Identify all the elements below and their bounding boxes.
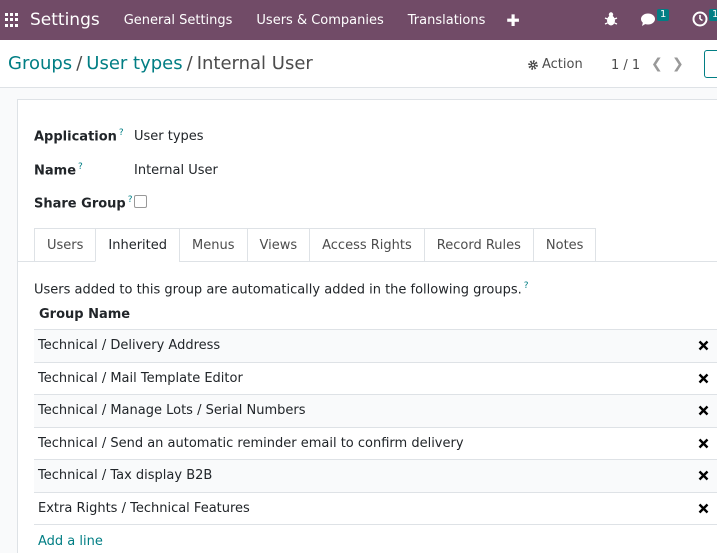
- chat-badge: 1: [657, 9, 670, 21]
- clock-icon[interactable]: [692, 11, 708, 27]
- action-button[interactable]: Action: [527, 57, 583, 72]
- edge-button[interactable]: [704, 50, 717, 78]
- menu-general-settings[interactable]: General Settings: [124, 13, 233, 28]
- delete-row-icon[interactable]: [698, 438, 709, 449]
- bug-icon[interactable]: [604, 11, 618, 27]
- tab-access-rights[interactable]: Access Rights: [309, 228, 424, 262]
- help-tooltip-icon[interactable]: ?: [119, 128, 124, 138]
- breadcrumb: Groups / User types / Internal User: [8, 53, 313, 74]
- tab-inherited[interactable]: Inherited: [95, 228, 180, 262]
- name-label: Name?: [34, 162, 83, 179]
- notebook-tabs: Users Inherited Menus Views Access Right…: [34, 228, 597, 262]
- inherited-intro: Users added to this group are automatica…: [34, 281, 529, 298]
- table-row[interactable]: Technical / Send an automatic reminder e…: [34, 428, 717, 460]
- breadcrumb-separator: /: [186, 53, 193, 74]
- table-row[interactable]: Technical / Delivery Address: [34, 330, 717, 363]
- group-name-cell: Extra Rights / Technical Features: [38, 500, 250, 516]
- group-name-cell: Technical / Manage Lots / Serial Numbers: [38, 403, 306, 419]
- table-row[interactable]: Technical / Manage Lots / Serial Numbers: [34, 395, 717, 428]
- control-panel: Groups / User types / Internal User Action 1…: [0, 40, 717, 88]
- tab-notes[interactable]: Notes: [532, 228, 597, 262]
- delete-row-icon[interactable]: [698, 373, 709, 384]
- apps-menu-icon[interactable]: [5, 13, 19, 27]
- activity-badge: 1: [709, 9, 717, 21]
- delete-row-icon[interactable]: [698, 405, 709, 416]
- menu-translations[interactable]: Translations: [408, 13, 486, 28]
- name-value[interactable]: Internal User: [134, 163, 218, 178]
- add-line-link[interactable]: Add a line: [34, 525, 717, 553]
- help-tooltip-icon[interactable]: ?: [128, 195, 133, 205]
- application-value[interactable]: User types: [134, 129, 204, 144]
- tab-record-rules[interactable]: Record Rules: [423, 228, 533, 262]
- inherited-groups-table: Group Name Technical / Delivery Address T…: [34, 300, 717, 553]
- group-name-cell: Technical / Tax display B2B: [38, 468, 213, 484]
- delete-row-icon[interactable]: [698, 470, 709, 481]
- group-name-cell: Technical / Delivery Address: [38, 338, 221, 354]
- menu-users-companies[interactable]: Users & Companies: [256, 13, 383, 28]
- breadcrumb-user-types[interactable]: User types: [86, 53, 182, 74]
- chat-icon[interactable]: [640, 11, 658, 27]
- plus-icon[interactable]: ✚: [506, 11, 519, 30]
- breadcrumb-groups[interactable]: Groups: [8, 53, 72, 74]
- tab-views[interactable]: Views: [246, 228, 310, 262]
- chevron-left-icon[interactable]: ❮: [651, 56, 663, 72]
- group-name-cell: Technical / Send an automatic reminder e…: [38, 435, 464, 451]
- gear-icon: [528, 59, 538, 70]
- tab-users[interactable]: Users: [34, 228, 96, 262]
- breadcrumb-current: Internal User: [196, 53, 313, 74]
- pager-value[interactable]: 1 / 1: [611, 58, 640, 73]
- table-row[interactable]: Technical / Tax display B2B: [34, 460, 717, 493]
- chevron-right-icon[interactable]: ❯: [672, 56, 684, 72]
- group-name-cell: Technical / Mail Template Editor: [38, 370, 243, 386]
- action-label: Action: [542, 57, 583, 72]
- share-group-checkbox[interactable]: [134, 195, 147, 208]
- breadcrumb-separator: /: [76, 53, 83, 74]
- share-group-label: Share Group?: [34, 195, 133, 212]
- tab-menus[interactable]: Menus: [179, 228, 247, 262]
- table-row[interactable]: Technical / Mail Template Editor: [34, 363, 717, 395]
- delete-row-icon[interactable]: [698, 503, 709, 514]
- application-label: Application?: [34, 128, 124, 145]
- help-tooltip-icon[interactable]: ?: [78, 162, 83, 172]
- help-tooltip-icon[interactable]: ?: [524, 281, 529, 291]
- app-title[interactable]: Settings: [30, 10, 100, 30]
- column-header-group-name[interactable]: Group Name: [34, 300, 717, 330]
- delete-row-icon[interactable]: [698, 340, 709, 351]
- table-row[interactable]: Extra Rights / Technical Features: [34, 493, 717, 525]
